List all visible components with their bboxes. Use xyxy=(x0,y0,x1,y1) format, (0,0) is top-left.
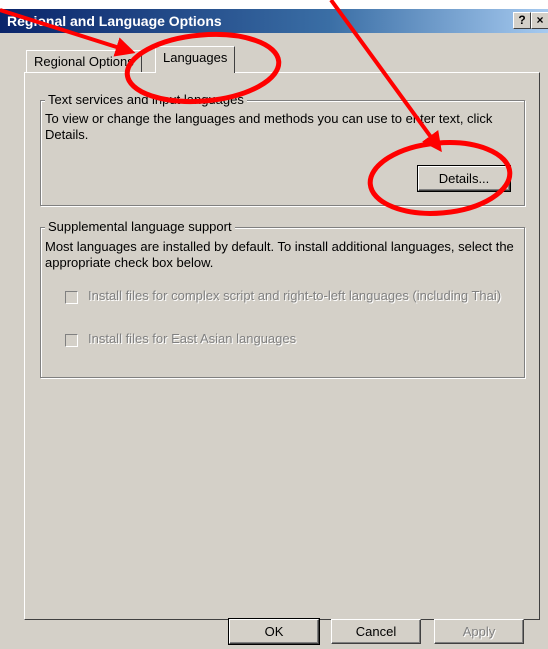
ok-button-label: OK xyxy=(264,624,284,639)
complex-script-label: Install files for complex script and rig… xyxy=(88,288,502,303)
supplemental-legend: Supplemental language support xyxy=(45,219,235,234)
details-button-label: Details... xyxy=(438,171,490,186)
ok-button[interactable]: OK xyxy=(228,618,320,645)
east-asian-label: Install files for East Asian languages xyxy=(88,331,297,346)
supplemental-description: Most languages are installed by default.… xyxy=(45,239,514,270)
tab-languages[interactable]: Languages xyxy=(155,46,236,73)
apply-button[interactable]: Apply xyxy=(434,619,524,644)
apply-button-label: Apply xyxy=(462,624,496,639)
tab-regional-options[interactable]: Regional Options xyxy=(26,50,142,73)
complex-script-checkbox[interactable] xyxy=(65,291,78,304)
text-services-legend: Text services and input languages xyxy=(45,92,247,107)
supplemental-group: Supplemental language support Most langu… xyxy=(40,219,525,378)
dialog-window: Regional and Language Options ? × Region… xyxy=(0,9,548,649)
east-asian-checkbox[interactable] xyxy=(65,334,78,347)
title-bar[interactable]: Regional and Language Options ? × xyxy=(0,9,548,33)
close-button[interactable]: × xyxy=(531,12,548,29)
window-title: Regional and Language Options xyxy=(7,13,222,29)
text-services-description: To view or change the languages and meth… xyxy=(45,111,493,142)
cancel-button[interactable]: Cancel xyxy=(331,619,421,644)
text-services-group: Text services and input languages To vie… xyxy=(40,92,525,206)
details-button[interactable]: Details... xyxy=(417,165,511,192)
languages-tab-panel: Text services and input languages To vie… xyxy=(24,72,540,620)
cancel-button-label: Cancel xyxy=(355,624,397,639)
help-button[interactable]: ? xyxy=(513,12,531,29)
